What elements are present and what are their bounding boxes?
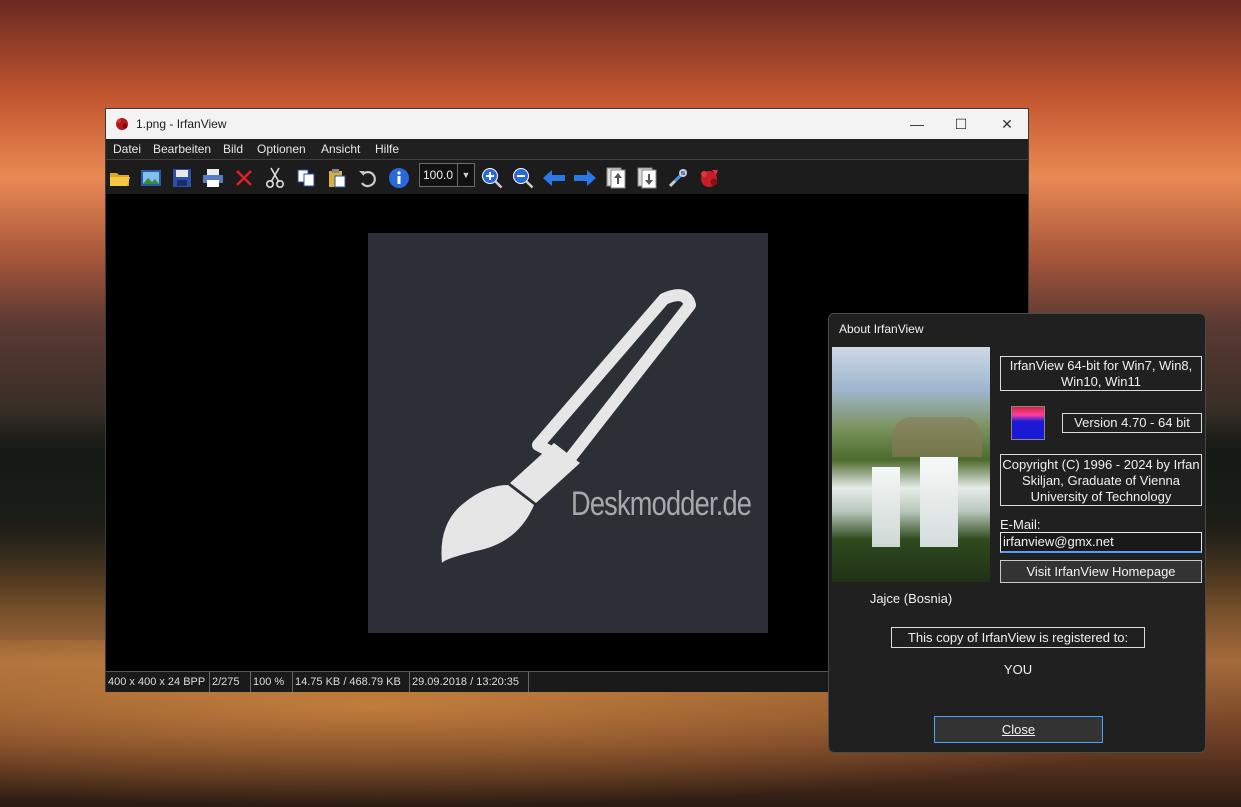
photo-waterfall-left [872, 467, 900, 547]
first-page-button[interactable] [604, 166, 628, 190]
paste-button[interactable] [325, 166, 349, 190]
product-info-box: IrfanView 64-bit for Win7, Win8, Win10, … [1000, 356, 1202, 391]
open-button[interactable] [108, 166, 132, 190]
copy-button[interactable] [294, 166, 318, 190]
irfanview-app-icon [116, 118, 128, 130]
email-field[interactable]: irfanview@gmx.net [1000, 532, 1202, 553]
print-icon [203, 169, 223, 187]
first-page-icon [606, 167, 626, 189]
menu-hilfe[interactable]: Hilfe [375, 142, 399, 156]
displayed-image [368, 233, 768, 633]
registered-user: YOU [1003, 662, 1033, 677]
zoom-in-button[interactable] [480, 166, 504, 190]
paintbrush-icon [441, 289, 696, 563]
about-dialog: About IrfanView Jajce (Bosnia) IrfanView… [828, 313, 1206, 753]
close-button[interactable]: Close [934, 716, 1103, 743]
zoom-out-button[interactable] [511, 166, 535, 190]
open-icon [110, 173, 130, 186]
photo-waterfall-right [920, 457, 958, 547]
menu-bar: Datei Bearbeiten Bild Optionen Ansicht H… [106, 139, 1028, 160]
delete-button[interactable] [232, 166, 256, 190]
save-icon [173, 169, 191, 187]
delete-icon [236, 170, 252, 186]
chevron-down-icon[interactable]: ▼ [457, 164, 474, 186]
email-label: E-Mail: [1000, 517, 1041, 532]
copyright-box: Copyright (C) 1996 - 2024 by Irfan Skilj… [1000, 454, 1202, 506]
jajce-photo [832, 347, 990, 582]
settings-button[interactable] [666, 166, 690, 190]
cut-icon [265, 167, 285, 189]
menu-datei[interactable]: Datei [113, 142, 141, 156]
title-bar[interactable]: 1.png - IrfanView — ☐ ✕ [106, 109, 1028, 139]
last-page-icon [637, 167, 657, 189]
copy-icon [297, 169, 315, 187]
zoom-value: 100.0 [423, 168, 454, 182]
status-zoom: 100 % [251, 672, 293, 692]
zoom-out-icon [513, 168, 534, 189]
zoom-select[interactable]: 100.0 ▼ [419, 163, 475, 187]
menu-optionen[interactable]: Optionen [257, 142, 306, 156]
undo-button[interactable] [356, 166, 380, 190]
status-file-index: 2/275 [210, 672, 251, 692]
watermark-text: Deskmodder.de [571, 485, 752, 523]
zoom-in-icon [482, 168, 503, 189]
previous-icon [543, 170, 565, 186]
previous-file-button[interactable] [542, 166, 566, 190]
paste-icon [329, 169, 346, 188]
menu-ansicht[interactable]: Ansicht [321, 142, 360, 156]
cut-button[interactable] [263, 166, 287, 190]
minimize-button[interactable]: — [894, 109, 940, 139]
flag-icon [1011, 406, 1045, 440]
thumbnails-button[interactable] [139, 166, 163, 190]
thumbnails-icon [141, 170, 161, 186]
undo-icon [359, 171, 376, 188]
next-icon [574, 170, 596, 186]
exit-icon [701, 170, 718, 187]
status-date: 29.09.2018 / 13:20:35 [410, 672, 529, 692]
save-button[interactable] [170, 166, 194, 190]
maximize-button[interactable]: ☐ [938, 109, 984, 139]
menu-bearbeiten[interactable]: Bearbeiten [153, 142, 211, 156]
close-window-button[interactable]: ✕ [984, 109, 1030, 139]
version-box: Version 4.70 - 64 bit [1062, 413, 1202, 433]
print-button[interactable] [201, 166, 225, 190]
settings-icon [668, 168, 688, 188]
dialog-title: About IrfanView [839, 322, 924, 336]
status-dimensions: 400 x 400 x 24 BPP [106, 672, 210, 692]
status-file-size: 14.75 KB / 468.79 KB [293, 672, 410, 692]
visit-homepage-button[interactable]: Visit IrfanView Homepage [1000, 560, 1202, 583]
toolbar: 100.0 ▼ [106, 160, 1028, 194]
info-icon [389, 168, 409, 188]
next-file-button[interactable] [573, 166, 597, 190]
last-page-button[interactable] [635, 166, 659, 190]
menu-bild[interactable]: Bild [223, 142, 243, 156]
info-button[interactable] [387, 166, 411, 190]
registered-label: This copy of IrfanView is registered to: [891, 627, 1145, 648]
photo-caption: Jajce (Bosnia) [869, 591, 953, 606]
photo-town [892, 417, 982, 457]
window-title: 1.png - IrfanView [136, 117, 227, 131]
exit-button[interactable] [697, 166, 721, 190]
